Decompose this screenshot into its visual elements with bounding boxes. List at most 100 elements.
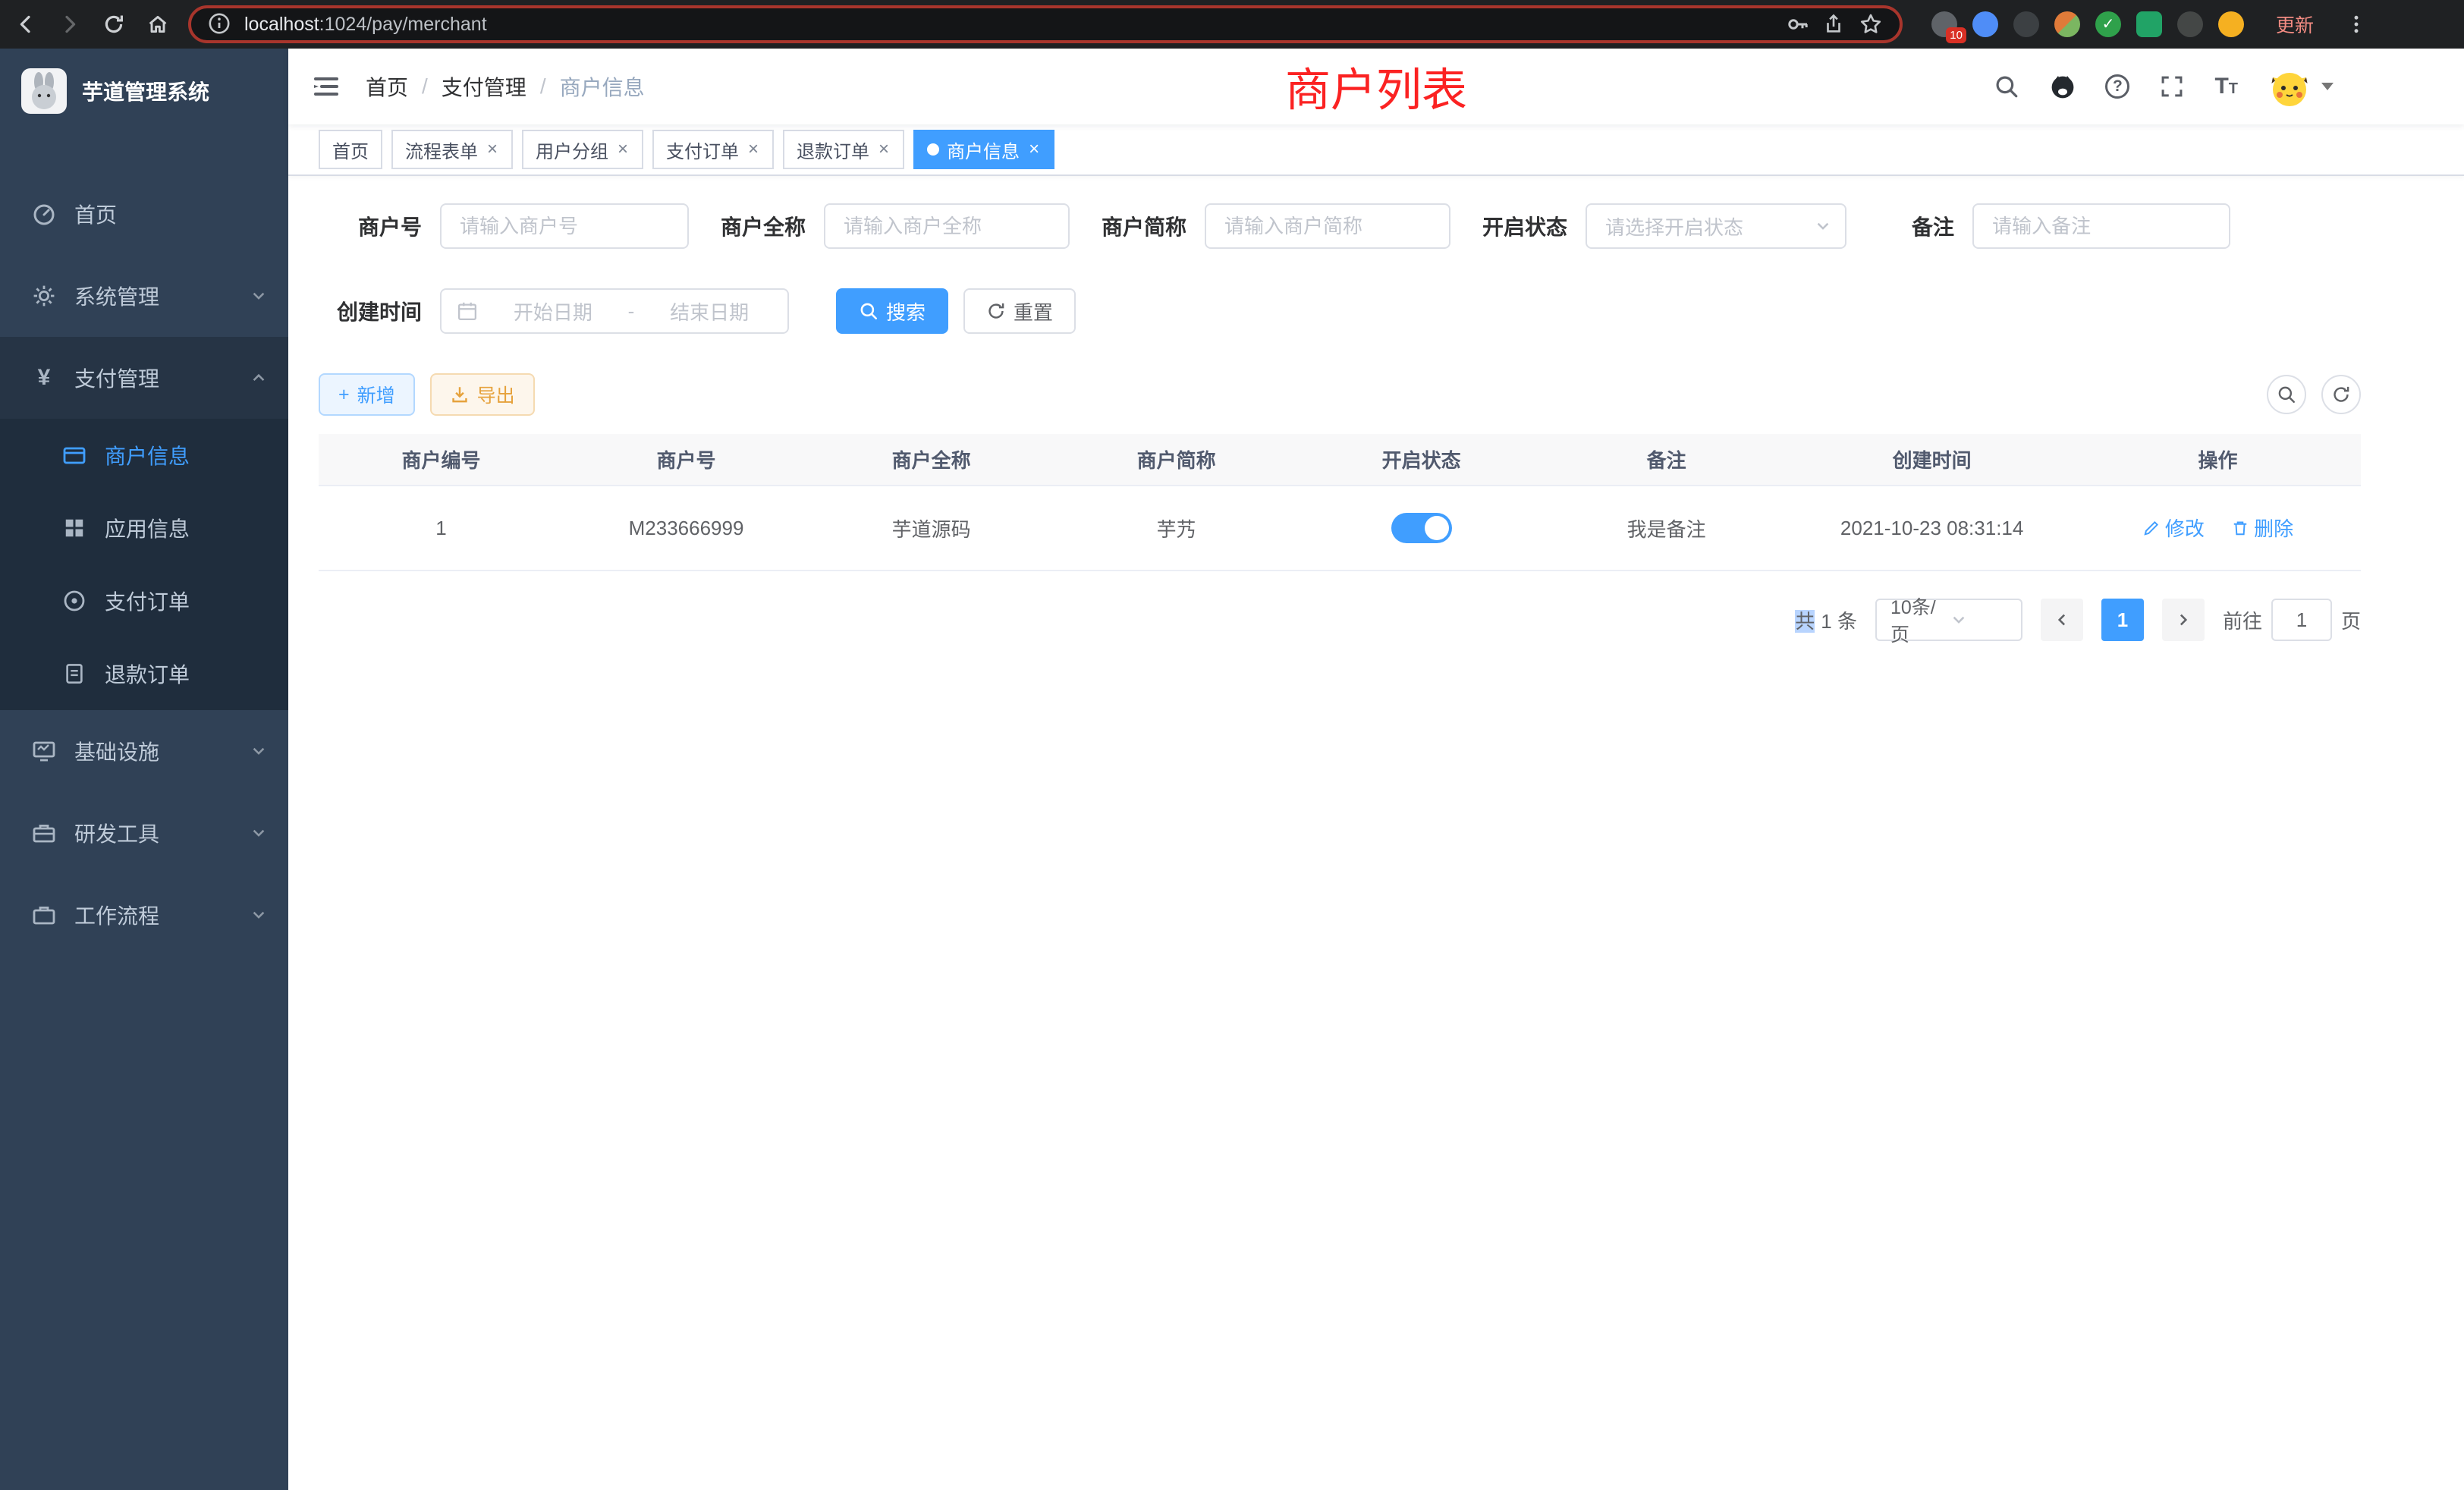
page-size-select[interactable]: 10条/页 bbox=[1875, 599, 2022, 641]
browser-menu-icon[interactable] bbox=[2343, 11, 2370, 38]
page-size-value: 10条/页 bbox=[1890, 593, 1950, 647]
filter-row-2: 创建时间 开始日期 - 结束日期 搜索 重置 bbox=[319, 288, 2361, 334]
sidebar-item-refund-order[interactable]: 退款订单 bbox=[0, 637, 288, 710]
font-size-icon[interactable]: TT bbox=[2214, 75, 2238, 98]
next-page-button[interactable] bbox=[2162, 599, 2205, 641]
extension-drop-icon[interactable] bbox=[1972, 11, 1998, 37]
sidebar-item-label: 退款订单 bbox=[105, 659, 190, 689]
hamburger-icon[interactable] bbox=[311, 71, 341, 102]
sidebar-item-infrastructure[interactable]: 基础设施 bbox=[0, 710, 288, 792]
extension-avatar-icon[interactable] bbox=[2054, 11, 2080, 37]
status-toggle[interactable] bbox=[1391, 513, 1452, 543]
home-icon[interactable] bbox=[144, 11, 171, 38]
plus-icon: + bbox=[338, 384, 350, 406]
remark-input[interactable] bbox=[1972, 203, 2230, 249]
toggle-search-icon[interactable] bbox=[2267, 375, 2306, 414]
github-icon[interactable] bbox=[2049, 73, 2076, 100]
close-icon[interactable]: × bbox=[616, 139, 630, 160]
filter-merchant-no: 商户号 bbox=[319, 203, 689, 249]
sidebar-item-app-info[interactable]: 应用信息 bbox=[0, 492, 288, 564]
extension-puzzle-icon[interactable]: 10 bbox=[1931, 11, 1957, 37]
table-header-row: 商户编号 商户号 商户全称 商户简称 开启状态 备注 创建时间 操作 bbox=[319, 434, 2361, 486]
share-icon[interactable] bbox=[1822, 12, 1846, 36]
close-icon[interactable]: × bbox=[877, 139, 891, 160]
tab-pay-order[interactable]: 支付订单× bbox=[652, 130, 774, 169]
close-icon[interactable]: × bbox=[486, 139, 499, 160]
goto-page-input[interactable] bbox=[2271, 599, 2332, 641]
filter-short-name: 商户简称 bbox=[1102, 203, 1450, 249]
breadcrumb-payment[interactable]: 支付管理 bbox=[442, 71, 526, 102]
tab-refund-order[interactable]: 退款订单× bbox=[783, 130, 904, 169]
add-button[interactable]: + 新增 bbox=[319, 373, 415, 416]
full-name-input[interactable] bbox=[824, 203, 1070, 249]
delete-link[interactable]: 删除 bbox=[2231, 514, 2293, 542]
logo-row[interactable]: 芋道管理系统 bbox=[0, 49, 288, 134]
edit-link[interactable]: 修改 bbox=[2142, 514, 2205, 542]
extension-generic-icon[interactable] bbox=[2013, 11, 2039, 37]
site-info-icon[interactable] bbox=[208, 12, 232, 36]
extension-face-icon[interactable] bbox=[2218, 11, 2244, 37]
column-header: 商户编号 bbox=[319, 434, 564, 486]
reload-icon[interactable] bbox=[100, 11, 127, 38]
password-key-icon[interactable] bbox=[1786, 12, 1810, 36]
goto-page: 前往 页 bbox=[2223, 599, 2361, 641]
chevron-down-icon bbox=[250, 907, 267, 923]
sidebar-item-system[interactable]: 系统管理 bbox=[0, 255, 288, 337]
app-logo bbox=[21, 68, 67, 114]
address-bar[interactable]: localhost:1024/pay/merchant bbox=[188, 5, 1903, 43]
tab-user-group[interactable]: 用户分组× bbox=[522, 130, 643, 169]
status-select[interactable]: 请选择开启状态 bbox=[1586, 203, 1846, 249]
tab-process-form[interactable]: 流程表单× bbox=[391, 130, 513, 169]
sidebar-item-merchant-info[interactable]: 商户信息 bbox=[0, 419, 288, 492]
card-icon bbox=[62, 443, 86, 467]
url-text: localhost:1024/pay/merchant bbox=[244, 14, 1774, 36]
cell-merchant-index: 1 bbox=[319, 486, 564, 571]
search-icon[interactable] bbox=[1993, 73, 2020, 100]
bookmark-star-icon[interactable] bbox=[1859, 12, 1883, 36]
status-label: 开启状态 bbox=[1482, 211, 1567, 241]
fullscreen-icon[interactable] bbox=[2158, 73, 2186, 100]
short-name-input[interactable] bbox=[1205, 203, 1450, 249]
sidebar-item-pay-order[interactable]: 支付订单 bbox=[0, 564, 288, 637]
create-time-range-picker[interactable]: 开始日期 - 结束日期 bbox=[440, 288, 789, 334]
search-button[interactable]: 搜索 bbox=[836, 288, 948, 334]
sidebar-item-dev-tools[interactable]: 研发工具 bbox=[0, 792, 288, 874]
sidebar-item-home[interactable]: 首页 bbox=[0, 173, 288, 255]
table-row: 1 M233666999 芋道源码 芋艿 我是备注 2021-10-23 08:… bbox=[319, 486, 2361, 571]
chevron-down-icon bbox=[250, 288, 267, 304]
back-icon[interactable] bbox=[12, 11, 39, 38]
extensions-tray: 10 ✓ bbox=[1931, 11, 2244, 37]
browser-toolbar: localhost:1024/pay/merchant 10 ✓ 更新 bbox=[0, 0, 2464, 49]
merchant-no-input[interactable] bbox=[440, 203, 689, 249]
export-button[interactable]: 导出 bbox=[430, 373, 535, 416]
close-icon[interactable]: × bbox=[746, 139, 760, 160]
tab-merchant-info[interactable]: 商户信息 × bbox=[913, 130, 1054, 169]
tab-label: 商户信息 bbox=[947, 137, 1020, 163]
navbar: 首页 / 支付管理 / 商户信息 商户列表 ? TT bbox=[288, 49, 2464, 124]
sidebar-item-workflow[interactable]: 工作流程 bbox=[0, 874, 288, 956]
full-name-label: 商户全称 bbox=[721, 211, 806, 241]
select-placeholder: 请选择开启状态 bbox=[1605, 212, 1815, 240]
pagination: 共1 条 10条/页 1 前往 页 bbox=[319, 599, 2361, 641]
tab-home[interactable]: 首页 bbox=[319, 130, 382, 169]
breadcrumb-home[interactable]: 首页 bbox=[366, 71, 408, 102]
close-icon[interactable]: × bbox=[1027, 139, 1041, 160]
extension-pin-icon[interactable] bbox=[2177, 11, 2203, 37]
page-1-button[interactable]: 1 bbox=[2101, 599, 2144, 641]
sidebar-item-label: 研发工具 bbox=[74, 818, 159, 848]
help-icon[interactable]: ? bbox=[2105, 74, 2129, 99]
remark-label: 备注 bbox=[1912, 211, 1954, 241]
browser-update-button[interactable]: 更新 bbox=[2276, 11, 2314, 38]
extension-check-icon[interactable]: ✓ bbox=[2095, 11, 2121, 37]
breadcrumb-separator: / bbox=[422, 74, 428, 99]
refresh-table-icon[interactable] bbox=[2321, 375, 2361, 414]
filter-status: 开启状态 请选择开启状态 bbox=[1482, 203, 1846, 249]
reset-button[interactable]: 重置 bbox=[963, 288, 1076, 334]
sidebar-item-payment[interactable]: ¥ 支付管理 bbox=[0, 337, 288, 419]
forward-icon[interactable] bbox=[56, 11, 83, 38]
filter-row-1: 商户号 商户全称 商户简称 开启状态 请选择开启状态 bbox=[319, 203, 2361, 249]
extension-notes-icon[interactable] bbox=[2136, 11, 2162, 37]
sidebar-item-label: 支付订单 bbox=[105, 586, 190, 616]
user-avatar-menu[interactable] bbox=[2267, 64, 2334, 109]
prev-page-button[interactable] bbox=[2041, 599, 2083, 641]
